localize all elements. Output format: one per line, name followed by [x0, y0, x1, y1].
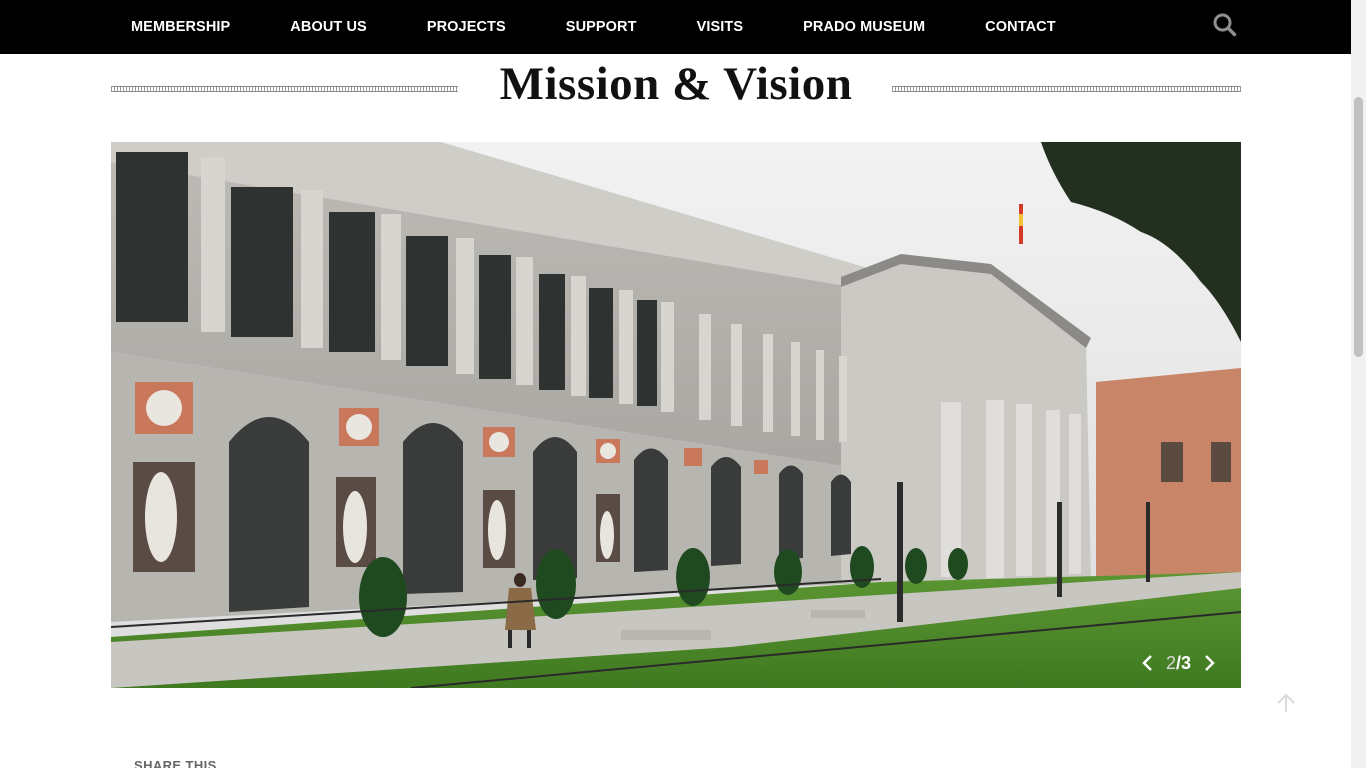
slide-current: 2 — [1166, 652, 1177, 673]
chevron-right-icon[interactable] — [1200, 651, 1220, 675]
page-scrollbar[interactable] — [1351, 0, 1366, 768]
scrollbar-thumb[interactable] — [1354, 97, 1363, 357]
nav-item-about-us[interactable]: ABOUT US — [270, 19, 367, 35]
search-icon[interactable] — [1212, 12, 1238, 38]
page-title: Mission & Vision — [499, 58, 853, 110]
nav-item-support[interactable]: SUPPORT — [546, 19, 637, 35]
chevron-left-icon[interactable] — [1137, 651, 1157, 675]
image-slider: 2/3 — [111, 142, 1241, 688]
nav-item-membership[interactable]: MEMBERSHIP — [111, 19, 230, 35]
page-title-row: Mission & Vision — [111, 56, 1241, 116]
nav-item-prado-museum[interactable]: PRADO MUSEUM — [783, 19, 925, 35]
nav-item-contact[interactable]: CONTACT — [965, 19, 1056, 35]
top-navigation-bar: MEMBERSHIP ABOUT US PROJECTS SUPPORT VIS… — [0, 0, 1351, 54]
title-divider-right — [892, 86, 1241, 92]
nav-item-visits[interactable]: VISITS — [677, 19, 744, 35]
share-this-label: SHARE THIS — [134, 758, 217, 768]
main-menu: MEMBERSHIP ABOUT US PROJECTS SUPPORT VIS… — [111, 0, 1056, 54]
slide-total: 3 — [1181, 652, 1192, 673]
slide-counter: 2/3 — [1166, 653, 1191, 674]
arrow-up-icon[interactable] — [1275, 692, 1297, 714]
slide-image — [111, 142, 1241, 688]
nav-item-projects[interactable]: PROJECTS — [407, 19, 506, 35]
slider-controls: 2/3 — [1137, 650, 1220, 676]
